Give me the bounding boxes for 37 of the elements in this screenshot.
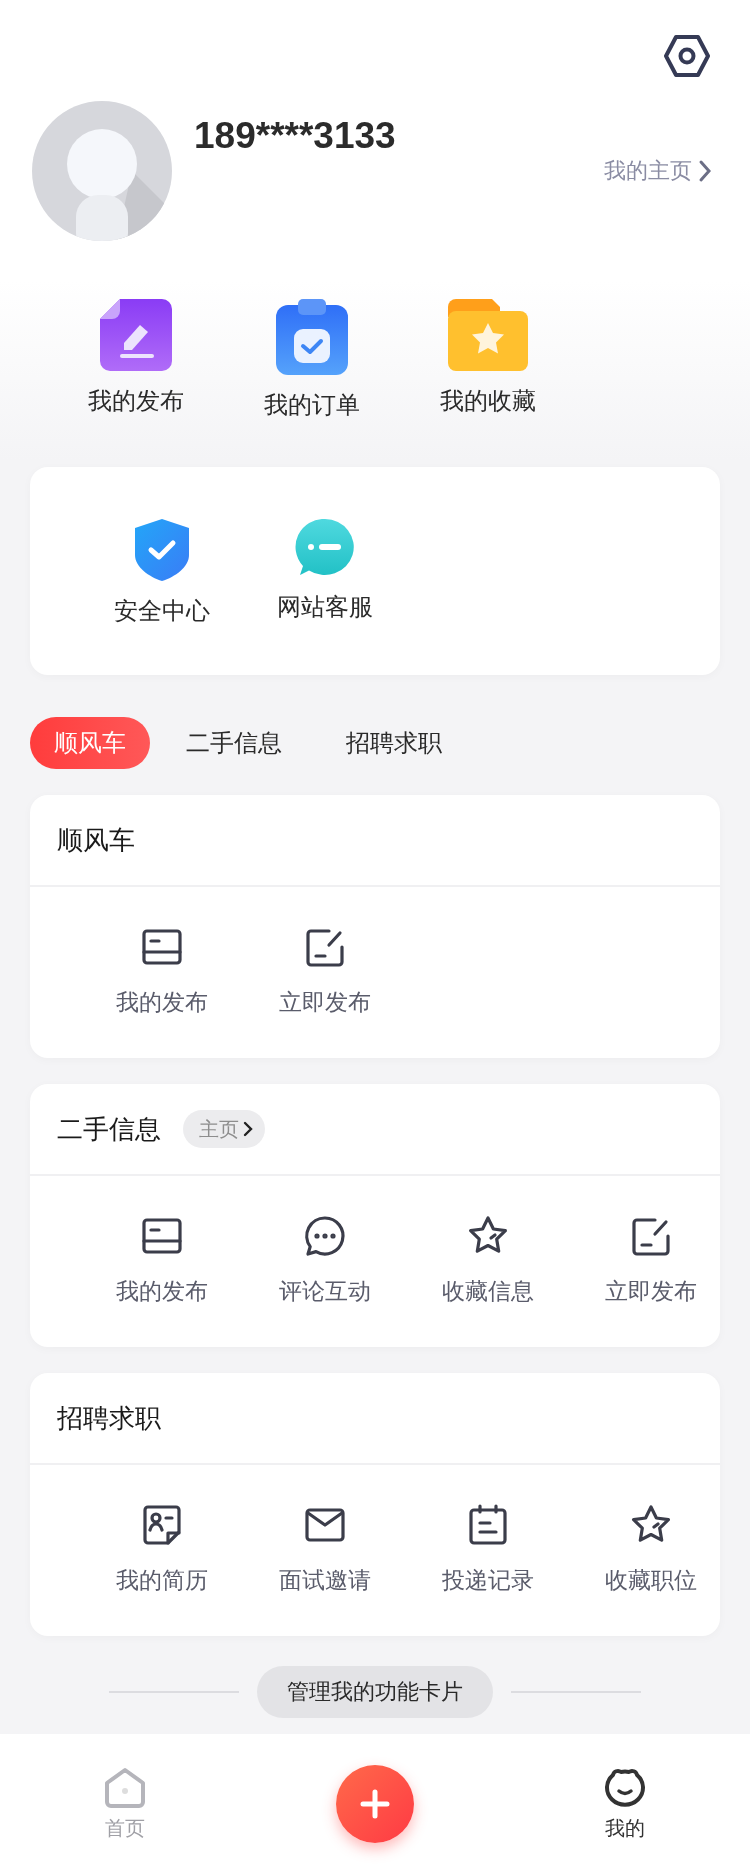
chevron-right-icon bbox=[698, 159, 712, 183]
feature-label[interactable]: 我的发布 bbox=[115, 987, 208, 1018]
category-tab[interactable]: 二手信息 bbox=[162, 717, 306, 769]
chat-bubble-icon bbox=[294, 519, 355, 577]
service-label[interactable]: 安全中心 bbox=[113, 595, 210, 627]
feature-label[interactable]: 我的发布 bbox=[115, 1276, 208, 1307]
feature-label[interactable]: 我的简历 bbox=[115, 1565, 208, 1596]
card-title: 顺风车 bbox=[57, 823, 135, 857]
shield-check-icon bbox=[134, 519, 189, 581]
house-icon bbox=[103, 1766, 147, 1809]
plus-icon bbox=[360, 1789, 390, 1819]
chevron-right-icon bbox=[243, 1121, 253, 1137]
service-label[interactable]: 网站客服 bbox=[276, 591, 373, 623]
clipboard-check-icon bbox=[276, 299, 348, 375]
card-title: 招聘求职 bbox=[57, 1401, 161, 1435]
feature-label[interactable]: 立即发布 bbox=[278, 987, 371, 1018]
manage-cards-button[interactable]: 管理我的功能卡片 bbox=[257, 1666, 493, 1718]
phone-number: 189****3133 bbox=[194, 115, 397, 157]
folder-star-icon bbox=[448, 299, 528, 371]
face-icon bbox=[603, 1766, 647, 1809]
document-pen-icon bbox=[100, 299, 172, 371]
feature-label[interactable]: 立即发布 bbox=[604, 1276, 697, 1307]
add-button[interactable] bbox=[336, 1765, 414, 1843]
settings-icon[interactable] bbox=[664, 34, 710, 78]
shortcut-label[interactable]: 我的订单 bbox=[264, 389, 360, 421]
feature-label[interactable]: 收藏职位 bbox=[604, 1565, 697, 1596]
feature-label[interactable]: 投递记录 bbox=[441, 1565, 534, 1596]
nav-tab[interactable]: 我的 bbox=[603, 1766, 647, 1842]
category-tab[interactable]: 招聘求职 bbox=[322, 717, 466, 769]
card-title: 二手信息 bbox=[57, 1112, 161, 1146]
category-tab[interactable]: 顺风车 bbox=[30, 717, 150, 769]
shortcut-label[interactable]: 我的发布 bbox=[88, 385, 184, 417]
feature-label[interactable]: 收藏信息 bbox=[441, 1276, 534, 1307]
feature-label[interactable]: 面试邀请 bbox=[278, 1565, 371, 1596]
comment-icon bbox=[302, 1214, 347, 1258]
shortcut-label[interactable]: 我的收藏 bbox=[440, 385, 536, 417]
feature-label[interactable]: 评论互动 bbox=[278, 1276, 371, 1307]
